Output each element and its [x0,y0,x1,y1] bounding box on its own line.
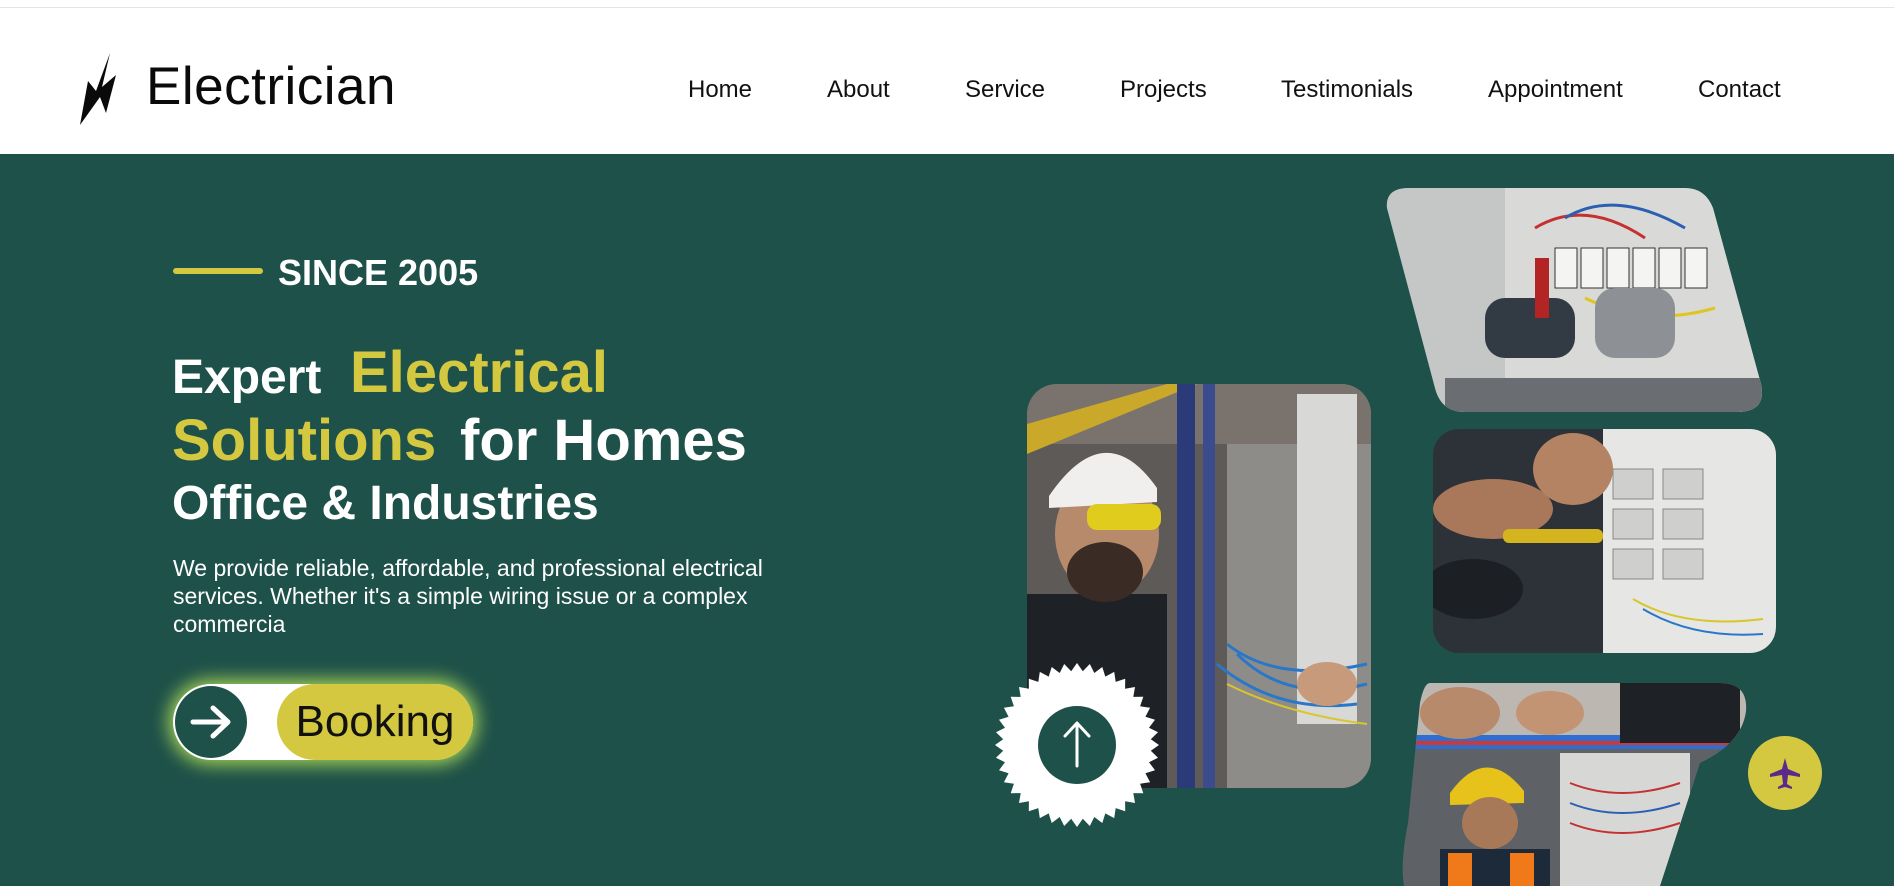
since-label: SINCE 2005 [278,252,479,293]
booking-button[interactable]: Booking [173,684,473,760]
arrow-up-icon [1063,721,1091,768]
nav-contact[interactable]: Contact [1698,70,1781,110]
booking-arrow-circle [175,686,247,758]
headline-for-homes: for Homes [460,408,747,473]
floating-action-button[interactable] [1748,736,1822,810]
booking-label: Booking [277,684,473,760]
site-header: Electrician Home About Service Projects … [0,8,1894,154]
since-accent-line [173,268,263,274]
hero-section: SINCE 2005 Expert Electrical Solutions f… [0,154,1894,886]
arrow-right-icon [190,705,231,739]
headline-solutions: Solutions [172,408,437,473]
headline-office-industries: Office & Industries [172,477,599,530]
hero-description: We provide reliable, affordable, and pro… [173,555,763,637]
nav-projects[interactable]: Projects [1120,70,1207,110]
scroll-top-button[interactable] [1038,706,1116,784]
nav-about[interactable]: About [827,70,890,110]
photo-panel-testing [1385,188,1765,414]
nav-home[interactable]: Home [688,70,752,110]
photo-worker-yellow-helmet [1400,683,1748,886]
airplane-icon [1770,758,1800,789]
headline-electrical: Electrical [350,340,608,405]
nav-appointment[interactable]: Appointment [1488,70,1623,110]
nav-service[interactable]: Service [965,70,1045,110]
headline-expert: Expert [172,351,322,404]
photo-screwdriver-panel [1433,429,1776,653]
main-nav: Home About Service Projects Testimonials… [0,70,1894,110]
nav-testimonials[interactable]: Testimonials [1281,70,1413,110]
